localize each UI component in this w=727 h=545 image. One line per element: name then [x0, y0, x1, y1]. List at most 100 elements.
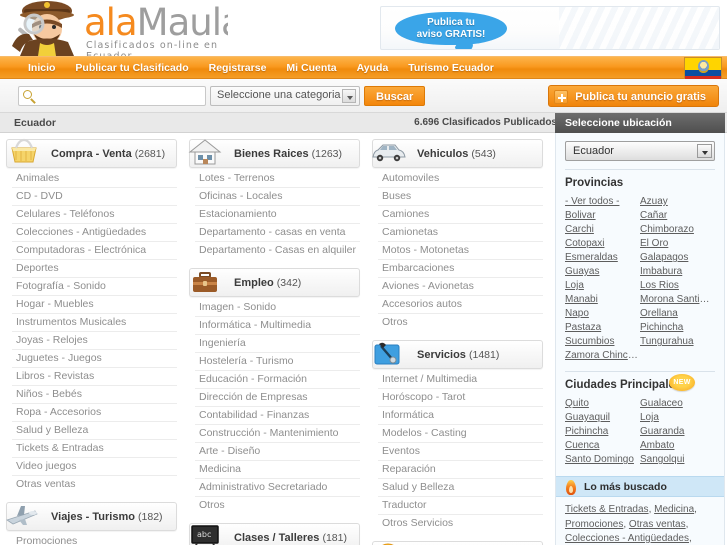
- subcategory-link[interactable]: Horóscopo - Tarot: [378, 389, 543, 406]
- subcategory-link[interactable]: Animales: [12, 170, 177, 187]
- nav-item-inicio[interactable]: Inicio: [28, 62, 55, 74]
- subcategory-link[interactable]: Motos - Motonetas: [378, 242, 543, 259]
- subcategory-link[interactable]: Departamento - Casas en alquiler: [195, 242, 360, 259]
- subcategory-link[interactable]: Juguetes - Juegos: [12, 350, 177, 367]
- tag-link[interactable]: Colecciones - Antigüedades: [565, 533, 689, 544]
- list-item[interactable]: Internet / Multimedia: [378, 371, 543, 389]
- subcategory-link[interactable]: Eventos: [378, 443, 543, 460]
- subcategory-link[interactable]: Estacionamiento: [195, 206, 360, 223]
- category-select[interactable]: Seleccione una categoria: [210, 86, 360, 106]
- list-item[interactable]: Arte - Diseño: [195, 443, 360, 461]
- search-field-wrapper[interactable]: [18, 86, 206, 106]
- city-link[interactable]: Guayaquil: [565, 411, 640, 425]
- subcategory-link[interactable]: Oficinas - Locales: [195, 188, 360, 205]
- nav-link-inicio[interactable]: Inicio: [28, 62, 55, 74]
- province-link[interactable]: Bolivar: [565, 209, 640, 223]
- nav-item-turismo[interactable]: Turismo Ecuador: [408, 62, 494, 74]
- subcategory-link[interactable]: Otros: [195, 497, 360, 514]
- subcategory-link[interactable]: Automoviles: [378, 170, 543, 187]
- list-item[interactable]: Instrumentos Musicales: [12, 314, 177, 332]
- subcategory-link[interactable]: Salud y Belleza: [12, 422, 177, 439]
- subcategory-link[interactable]: Arte - Diseño: [195, 443, 360, 460]
- category-header[interactable]: Vehiculos (543): [372, 139, 543, 168]
- subcategory-link[interactable]: Imagen - Sonido: [195, 299, 360, 316]
- list-item[interactable]: Informática: [378, 407, 543, 425]
- list-item[interactable]: Colecciones - Antigüedades: [12, 224, 177, 242]
- subcategory-link[interactable]: Otras ventas: [12, 476, 177, 493]
- list-item[interactable]: Video juegos: [12, 458, 177, 476]
- nav-item-ayuda[interactable]: Ayuda: [357, 62, 389, 74]
- list-item[interactable]: CD - DVD: [12, 188, 177, 206]
- subcategory-link[interactable]: Buses: [378, 188, 543, 205]
- list-item[interactable]: Embarcaciones: [378, 260, 543, 278]
- list-item[interactable]: Celulares - Teléfonos: [12, 206, 177, 224]
- city-link[interactable]: Cuenca: [565, 439, 640, 453]
- subcategory-link[interactable]: Celulares - Teléfonos: [12, 206, 177, 223]
- subcategory-link[interactable]: Aviones - Avionetas: [378, 278, 543, 295]
- category-header[interactable]: Viajes - Turismo (182): [6, 502, 177, 531]
- nav-item-mi-cuenta[interactable]: Mi Cuenta: [286, 62, 336, 74]
- subcategory-link[interactable]: Accesorios autos: [378, 296, 543, 313]
- ecuador-flag-icon[interactable]: [684, 57, 722, 81]
- city-link[interactable]: Guaranda: [640, 425, 715, 439]
- province-link[interactable]: Zamora Chinchipe: [565, 349, 640, 363]
- list-item[interactable]: Automoviles: [378, 170, 543, 188]
- subcategory-link[interactable]: Dirección de Empresas: [195, 389, 360, 406]
- list-item[interactable]: Traductor: [378, 497, 543, 515]
- subcategory-link[interactable]: Embarcaciones: [378, 260, 543, 277]
- subcategory-link[interactable]: Instrumentos Musicales: [12, 314, 177, 331]
- list-item[interactable]: Medicina: [195, 461, 360, 479]
- subcategory-link[interactable]: Camionetas: [378, 224, 543, 241]
- city-link[interactable]: Sangolqui: [640, 453, 715, 467]
- category-header[interactable]: abc Clases / Talleres (181): [189, 523, 360, 545]
- subcategory-link[interactable]: Administrativo Secretariado: [195, 479, 360, 496]
- province-link[interactable]: Los Rios: [640, 279, 715, 293]
- province-link[interactable]: Morona Santiago: [640, 293, 715, 307]
- list-item[interactable]: Departamento - Casas en alquiler: [195, 242, 360, 259]
- province-link[interactable]: Cotopaxi: [565, 237, 640, 251]
- list-item[interactable]: Educación - Formación: [195, 371, 360, 389]
- category-header[interactable]: Compra - Venta (2681): [6, 138, 177, 168]
- list-item[interactable]: Deportes: [12, 260, 177, 278]
- list-item[interactable]: Animales: [12, 170, 177, 188]
- list-item[interactable]: Lotes - Terrenos: [195, 170, 360, 188]
- nav-item-registrarse[interactable]: Registrarse: [209, 62, 267, 74]
- subcategory-link[interactable]: Ingeniería: [195, 335, 360, 352]
- list-item[interactable]: Dirección de Empresas: [195, 389, 360, 407]
- list-item[interactable]: Camiones: [378, 206, 543, 224]
- nav-link-mi-cuenta[interactable]: Mi Cuenta: [286, 62, 336, 74]
- subcategory-link[interactable]: Departamento - casas en venta: [195, 224, 360, 241]
- subcategory-link[interactable]: Informática - Multimedia: [195, 317, 360, 334]
- province-link[interactable]: Tungurahua: [640, 335, 715, 349]
- subcategory-link[interactable]: Libros - Revistas: [12, 368, 177, 385]
- subcategory-link[interactable]: Otros Servicios: [378, 515, 543, 532]
- list-item[interactable]: Salud y Belleza: [12, 422, 177, 440]
- subcategory-link[interactable]: Video juegos: [12, 458, 177, 475]
- list-item[interactable]: Hostelería - Turismo: [195, 353, 360, 371]
- list-item[interactable]: Ingeniería: [195, 335, 360, 353]
- province-link[interactable]: Orellana: [640, 307, 715, 321]
- list-item[interactable]: Joyas - Relojes: [12, 332, 177, 350]
- publish-ad-button[interactable]: Publica tu anuncio gratis: [548, 85, 719, 107]
- province-link[interactable]: Chimborazo: [640, 223, 715, 237]
- subcategory-link[interactable]: Camiones: [378, 206, 543, 223]
- promo-bubble[interactable]: Publica tu aviso GRATIS!: [395, 12, 507, 45]
- nav-link-publicar[interactable]: Publicar tu Clasificado: [75, 62, 188, 74]
- category-header[interactable]: Servicios (1481): [372, 340, 543, 369]
- search-input[interactable]: [37, 87, 203, 105]
- chevron-down-icon[interactable]: [342, 89, 356, 103]
- list-item[interactable]: Buses: [378, 188, 543, 206]
- list-item[interactable]: Horóscopo - Tarot: [378, 389, 543, 407]
- list-item[interactable]: Imagen - Sonido: [195, 299, 360, 317]
- tag-link[interactable]: Tickets & Entradas: [565, 504, 649, 515]
- category-header[interactable]: Bienes Raices (1263): [188, 139, 360, 168]
- list-item[interactable]: Otros: [195, 497, 360, 514]
- nav-item-publicar[interactable]: Publicar tu Clasificado: [75, 62, 188, 74]
- province-link[interactable]: Esmeraldas: [565, 251, 640, 265]
- subcategory-link[interactable]: Deportes: [12, 260, 177, 277]
- province-link[interactable]: - Ver todos -: [565, 195, 640, 209]
- category-header[interactable]: Gratis (23): [372, 541, 543, 545]
- list-item[interactable]: Otros: [378, 314, 543, 331]
- tag-link[interactable]: Otras ventas: [629, 519, 686, 530]
- province-link[interactable]: Carchi: [565, 223, 640, 237]
